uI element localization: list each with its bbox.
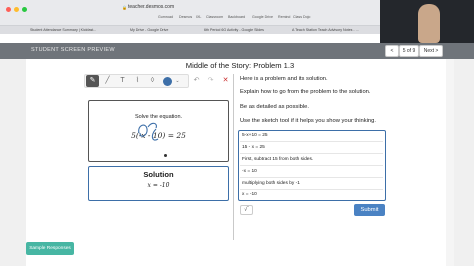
sketch-annotation — [138, 122, 159, 141]
tab-attendance[interactable]: Student Attendance Summary | Kickfast... — [24, 26, 122, 34]
submit-button[interactable]: Submit — [354, 204, 385, 216]
eraser-tool-icon[interactable]: ◊ — [146, 75, 159, 87]
math-keyboard-button[interactable]: √‾ — [240, 205, 253, 215]
column-divider — [233, 74, 234, 240]
solution-heading: Solution — [143, 170, 174, 179]
bookmark-backboard[interactable]: Backboard — [228, 15, 245, 19]
activity-title: Middle of the Story: Problem 1.3 — [185, 61, 295, 70]
bookmark-google-drive[interactable]: Google Drive — [252, 15, 273, 19]
card-dot-indicator — [164, 154, 167, 157]
next-screen-button[interactable]: Next > — [419, 45, 443, 57]
instruction-line-2: Explain how to go from the problem to th… — [240, 89, 371, 95]
presenter-video — [418, 4, 440, 43]
chevron-down-icon[interactable]: ⌄ — [171, 75, 184, 87]
highlighter-tool-icon[interactable]: ⌇ — [131, 75, 144, 87]
lock-icon: 🔒 — [122, 5, 127, 10]
scrollbar[interactable] — [446, 59, 454, 266]
bookmark-class-dojo[interactable]: Class Dojo — [293, 15, 310, 19]
instruction-line-1: Here is a problem and its solution. — [240, 76, 328, 82]
sample-responses-button[interactable]: Sample Responses — [26, 242, 74, 255]
line-tool-icon[interactable]: ╱ — [101, 75, 114, 87]
address-bar[interactable]: teacher.desmos.com — [128, 3, 178, 12]
tab-my-drive[interactable]: My Drive - Google Drive — [124, 26, 196, 34]
instruction-line-4: Use the sketch tool if it helps you show… — [240, 118, 376, 124]
tab-advisory-notes[interactable]: A Teach Station Teach Advisory Notes - .… — [286, 26, 380, 34]
webcam-feed — [380, 0, 474, 43]
bookmark-remind[interactable]: Remind — [278, 15, 290, 19]
close-window-button[interactable] — [6, 7, 11, 12]
response-line: 5-x+10 = 25 — [242, 133, 268, 138]
tab-slides[interactable]: 6th Period 6G Activity - Google Slides — [198, 26, 284, 34]
page-indicator: 5 of 9 — [399, 45, 419, 57]
instruction-line-3: Be as detailed as possible. — [240, 104, 309, 110]
response-separator — [240, 153, 383, 154]
response-separator — [240, 141, 383, 142]
bookmark-classroom[interactable]: Classroom — [206, 15, 223, 19]
maximize-window-button[interactable] — [22, 7, 27, 12]
bookmark-gumroad[interactable]: Gumroad — [158, 15, 173, 19]
solution-answer: x = -10 — [147, 182, 170, 189]
response-line: x = -10 — [242, 192, 257, 197]
preview-title: STUDENT SCREEN PREVIEW — [31, 47, 115, 53]
response-line: -x = 10 — [242, 169, 257, 174]
response-separator — [240, 189, 383, 190]
prev-screen-button[interactable]: < — [385, 45, 399, 57]
response-line: First, subtract 15 from both sides. — [242, 157, 314, 162]
redo-icon[interactable]: ↷ — [204, 75, 217, 87]
minimize-window-button[interactable] — [14, 7, 19, 12]
response-line: 15 - x = 25 — [242, 145, 265, 150]
undo-icon[interactable]: ↶ — [190, 75, 203, 87]
bookmark-desmos[interactable]: Desmos — [179, 15, 192, 19]
pen-tool-icon[interactable]: ✎ — [86, 75, 99, 87]
bookmark-ixl[interactable]: IXL — [196, 15, 201, 19]
text-tool-icon[interactable]: T — [116, 75, 129, 87]
clear-icon[interactable]: ✕ — [219, 75, 232, 87]
browser-chrome — [0, 0, 380, 26]
response-separator — [240, 177, 383, 178]
response-separator — [240, 165, 383, 166]
response-line: multiplying both sides by -1 — [242, 181, 300, 186]
